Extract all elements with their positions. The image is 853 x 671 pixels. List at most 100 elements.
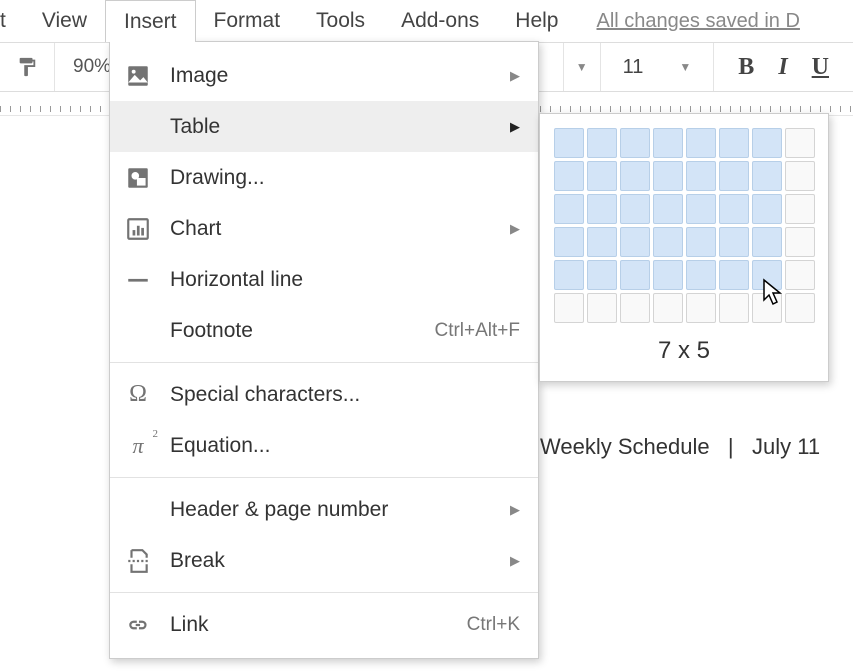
table-cell[interactable]	[686, 227, 716, 257]
table-size-label: 7 x 5	[554, 337, 814, 365]
keyboard-shortcut: Ctrl+K	[467, 614, 520, 636]
table-cell[interactable]	[785, 161, 815, 191]
table-cell[interactable]	[785, 227, 815, 257]
separator	[110, 362, 538, 363]
save-status[interactable]: All changes saved in D	[596, 10, 799, 33]
insert-special-characters[interactable]: Ω Special characters...	[110, 369, 538, 420]
table-cell[interactable]	[686, 161, 716, 191]
table-cell[interactable]	[719, 194, 749, 224]
pi-icon: π2	[124, 432, 152, 460]
menu-view[interactable]: View	[24, 0, 105, 42]
link-icon	[124, 611, 152, 639]
menu-addons[interactable]: Add-ons	[383, 0, 497, 42]
insert-equation[interactable]: π2 Equation...	[110, 420, 538, 471]
table-cell[interactable]	[752, 194, 782, 224]
schedule-date: July 11	[752, 434, 820, 459]
blank-icon	[124, 113, 152, 141]
table-cell[interactable]	[653, 161, 683, 191]
table-cell[interactable]	[719, 293, 749, 323]
bold-button[interactable]: B	[726, 54, 766, 81]
separator	[110, 592, 538, 593]
submenu-arrow-icon: ▶	[510, 221, 520, 237]
menu-format[interactable]: Format	[196, 0, 299, 42]
table-cell[interactable]	[752, 260, 782, 290]
table-cell[interactable]	[587, 128, 617, 158]
table-cell[interactable]	[719, 227, 749, 257]
menu-insert[interactable]: Insert	[105, 0, 196, 42]
table-cell[interactable]	[620, 260, 650, 290]
table-cell[interactable]	[620, 128, 650, 158]
menu-tools[interactable]: Tools	[298, 0, 383, 42]
table-cell[interactable]	[653, 293, 683, 323]
menu-edit[interactable]: t	[0, 0, 24, 42]
insert-chart[interactable]: Chart ▶	[110, 203, 538, 254]
separator	[110, 477, 538, 478]
table-cell[interactable]	[719, 161, 749, 191]
table-cell[interactable]	[620, 161, 650, 191]
table-cell[interactable]	[752, 128, 782, 158]
table-cell[interactable]	[719, 128, 749, 158]
table-cell[interactable]	[587, 260, 617, 290]
table-cell[interactable]	[686, 260, 716, 290]
menu-item-label: Footnote	[170, 319, 416, 343]
table-cell[interactable]	[752, 161, 782, 191]
table-cell[interactable]	[587, 194, 617, 224]
submenu-arrow-icon: ▶	[510, 68, 520, 84]
table-cell[interactable]	[587, 227, 617, 257]
blank-icon	[124, 317, 152, 345]
table-size-picker: 7 x 5	[539, 113, 829, 382]
submenu-arrow-icon: ▶	[510, 502, 520, 518]
table-cell[interactable]	[554, 128, 584, 158]
table-cell[interactable]	[587, 161, 617, 191]
italic-button[interactable]: I	[766, 54, 799, 81]
table-cell[interactable]	[752, 227, 782, 257]
fontsize-control[interactable]: 11 ▼	[601, 43, 715, 91]
insert-drawing[interactable]: Drawing...	[110, 152, 538, 203]
table-cell[interactable]	[653, 194, 683, 224]
table-cell[interactable]	[554, 293, 584, 323]
table-cell[interactable]	[785, 293, 815, 323]
insert-image[interactable]: Image ▶	[110, 50, 538, 101]
menu-item-label: Drawing...	[170, 166, 520, 190]
table-cell[interactable]	[686, 128, 716, 158]
insert-horizontal-line[interactable]: Horizontal line	[110, 254, 538, 305]
table-cell[interactable]	[785, 128, 815, 158]
omega-icon: Ω	[124, 381, 152, 409]
table-cell[interactable]	[554, 161, 584, 191]
menu-item-label: Horizontal line	[170, 268, 520, 292]
table-cell[interactable]	[785, 260, 815, 290]
table-cell[interactable]	[554, 194, 584, 224]
table-cell[interactable]	[620, 293, 650, 323]
insert-table[interactable]: Table ▶	[110, 101, 538, 152]
table-cell[interactable]	[686, 293, 716, 323]
table-cell[interactable]	[653, 260, 683, 290]
table-cell[interactable]	[620, 194, 650, 224]
table-cell[interactable]	[785, 194, 815, 224]
insert-link[interactable]: Link Ctrl+K	[110, 599, 538, 650]
paint-format-icon[interactable]	[12, 52, 42, 82]
fontsize-value: 11	[623, 56, 644, 79]
table-cell[interactable]	[752, 293, 782, 323]
table-cell[interactable]	[620, 227, 650, 257]
menubar: t View Insert Format Tools Add-ons Help …	[0, 0, 853, 42]
table-cell[interactable]	[554, 260, 584, 290]
underline-button[interactable]: U	[800, 54, 841, 81]
table-cell[interactable]	[587, 293, 617, 323]
chevron-down-icon: ▼	[679, 60, 691, 74]
table-cell[interactable]	[653, 128, 683, 158]
table-cell[interactable]	[554, 227, 584, 257]
schedule-line: Weekly Schedule | July 11	[540, 434, 853, 460]
table-cell[interactable]	[686, 194, 716, 224]
table-cell[interactable]	[719, 260, 749, 290]
table-cell[interactable]	[653, 227, 683, 257]
menu-item-label: Table	[170, 115, 492, 139]
table-grid[interactable]	[554, 128, 814, 323]
insert-footnote[interactable]: Footnote Ctrl+Alt+F	[110, 305, 538, 356]
menu-help[interactable]: Help	[497, 0, 576, 42]
submenu-arrow-icon: ▶	[510, 119, 520, 135]
fontname-dropdown[interactable]: ▼	[563, 43, 601, 91]
insert-header-page-number[interactable]: Header & page number ▶	[110, 484, 538, 535]
insert-break[interactable]: Break ▶	[110, 535, 538, 586]
menu-item-label: Chart	[170, 217, 492, 241]
insert-menu-dropdown: Image ▶ Table ▶ Drawing... Chart ▶ Horiz…	[109, 41, 539, 659]
